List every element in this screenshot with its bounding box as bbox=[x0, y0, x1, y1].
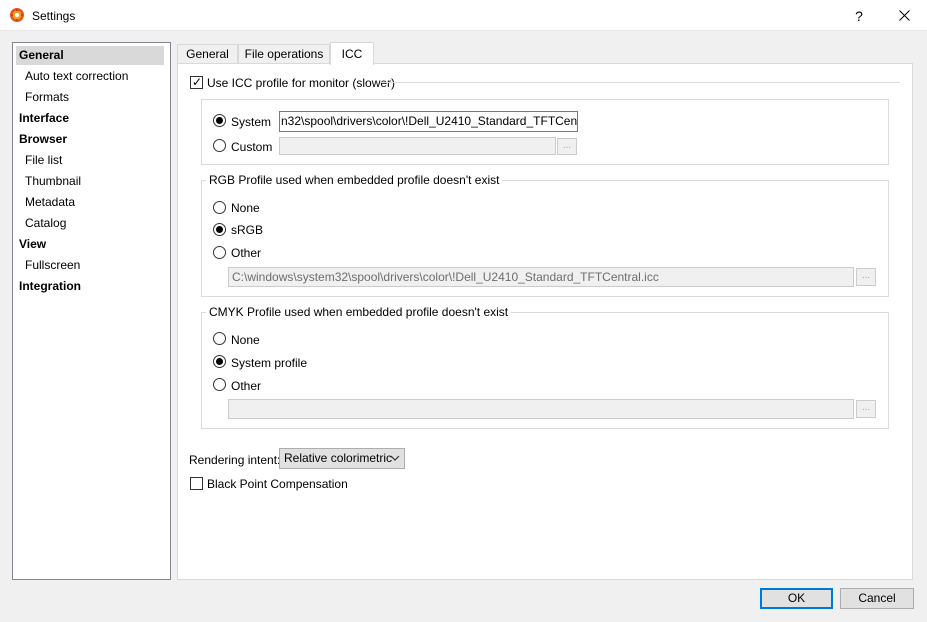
chevron-down-icon bbox=[390, 455, 400, 461]
tab-icc[interactable]: ICC bbox=[330, 42, 374, 65]
monitor-custom-browse-button[interactable]: ... bbox=[557, 138, 577, 155]
cmyk-none-radio[interactable] bbox=[213, 332, 226, 345]
cmyk-other-label: Other bbox=[231, 379, 262, 393]
rgb-none-label: None bbox=[231, 201, 260, 215]
nav-file-list[interactable]: File list bbox=[25, 151, 62, 170]
monitor-custom-label: Custom bbox=[231, 140, 273, 154]
nav-browser[interactable]: Browser bbox=[19, 130, 67, 149]
black-point-compensation-checkbox[interactable] bbox=[190, 477, 203, 490]
radio-dot bbox=[216, 358, 223, 365]
nav-auto-text-correction[interactable]: Auto text correction bbox=[25, 67, 128, 86]
nav-fullscreen[interactable]: Fullscreen bbox=[25, 256, 80, 275]
rendering-intent-select[interactable]: Relative colorimetric bbox=[279, 448, 405, 469]
title-bar: Settings ? bbox=[0, 0, 927, 31]
cmyk-system-profile-radio[interactable] bbox=[213, 355, 226, 368]
settings-nav-tree[interactable]: General Auto text correction Formats Int… bbox=[12, 42, 171, 580]
cmyk-other-radio[interactable] bbox=[213, 378, 226, 391]
cmyk-other-path-field[interactable] bbox=[228, 399, 854, 419]
rgb-none-radio[interactable] bbox=[213, 201, 226, 214]
nav-integration[interactable]: Integration bbox=[19, 277, 81, 296]
cmyk-other-browse-button[interactable]: ... bbox=[856, 400, 876, 418]
close-button[interactable] bbox=[881, 0, 927, 31]
section-divider bbox=[380, 82, 900, 83]
app-logo-icon bbox=[10, 8, 24, 22]
monitor-profile-group bbox=[201, 99, 889, 165]
rendering-intent-label: Rendering intent: bbox=[189, 453, 281, 467]
cmyk-none-label: None bbox=[231, 333, 260, 347]
nav-catalog[interactable]: Catalog bbox=[25, 214, 66, 233]
tab-general[interactable]: General bbox=[177, 44, 238, 64]
help-button[interactable]: ? bbox=[836, 0, 882, 31]
rgb-other-browse-button[interactable]: ... bbox=[856, 268, 876, 286]
monitor-system-path-field[interactable]: n32\spool\drivers\color\!Dell_U2410_Stan… bbox=[279, 111, 578, 132]
nav-thumbnail[interactable]: Thumbnail bbox=[25, 172, 81, 191]
rendering-intent-value: Relative colorimetric bbox=[284, 451, 393, 465]
monitor-system-label: System bbox=[231, 115, 272, 129]
window-title: Settings bbox=[32, 9, 76, 23]
nav-general[interactable]: General bbox=[16, 46, 164, 65]
cancel-button[interactable]: Cancel bbox=[840, 588, 914, 609]
use-icc-checkbox[interactable]: ✓ bbox=[190, 75, 203, 89]
monitor-custom-radio[interactable] bbox=[213, 139, 226, 152]
rgb-other-label: Other bbox=[231, 246, 262, 260]
black-point-compensation-label: Black Point Compensation bbox=[207, 477, 348, 491]
rgb-other-path-field[interactable]: C:\windows\system32\spool\drivers\color\… bbox=[228, 267, 854, 287]
monitor-system-radio[interactable] bbox=[213, 114, 226, 127]
nav-metadata[interactable]: Metadata bbox=[25, 193, 75, 212]
cmyk-group-title: CMYK Profile used when embedded profile … bbox=[206, 305, 512, 319]
radio-dot bbox=[216, 226, 223, 233]
nav-interface[interactable]: Interface bbox=[19, 109, 69, 128]
monitor-custom-path-field[interactable] bbox=[279, 137, 556, 155]
rgb-group-title: RGB Profile used when embedded profile d… bbox=[206, 173, 503, 187]
cmyk-system-profile-label: System profile bbox=[231, 356, 308, 370]
ok-button[interactable]: OK bbox=[760, 588, 833, 609]
rgb-other-radio[interactable] bbox=[213, 246, 226, 259]
nav-formats[interactable]: Formats bbox=[25, 88, 69, 107]
rgb-srgb-radio[interactable] bbox=[213, 223, 226, 236]
radio-dot bbox=[216, 117, 223, 124]
rgb-srgb-label: sRGB bbox=[231, 223, 264, 237]
use-icc-label: Use ICC profile for monitor (slower) bbox=[207, 76, 396, 90]
nav-view[interactable]: View bbox=[19, 235, 46, 254]
checkmark-icon: ✓ bbox=[192, 75, 203, 89]
tab-file-operations[interactable]: File operations bbox=[238, 44, 330, 64]
close-icon bbox=[898, 10, 910, 21]
